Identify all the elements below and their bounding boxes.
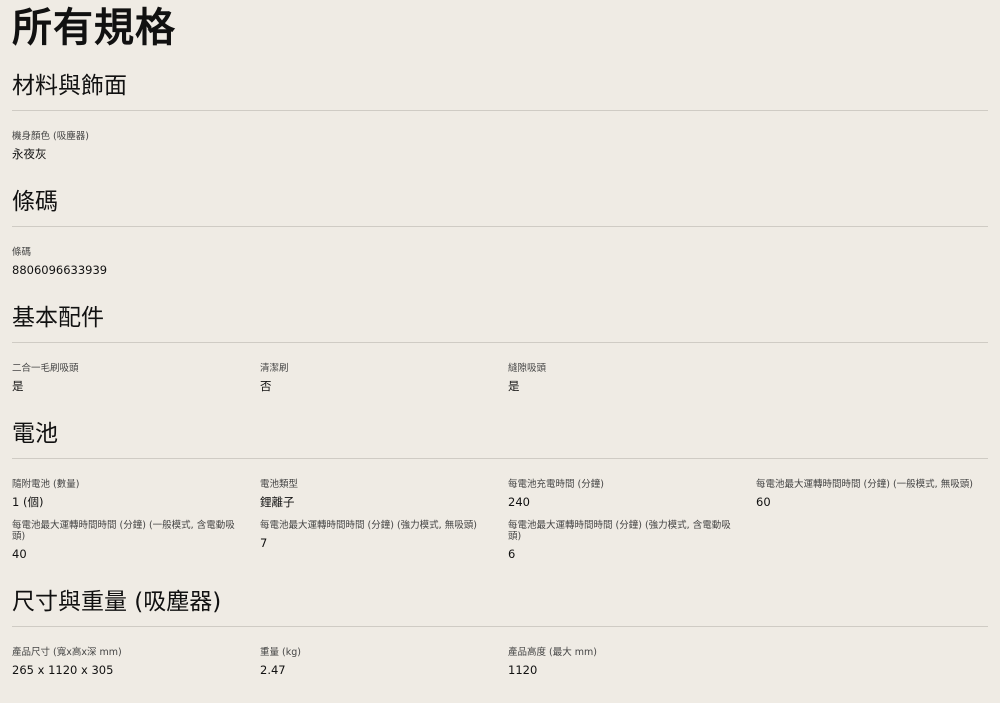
spec-item: 產品尺寸 (寬x高x深 mm) 265 x 1120 x 305 [12,647,260,678]
spec-label: 二合一毛刷吸頭 [12,363,79,374]
spec-label: 重量 (kg) [260,647,301,658]
section-heading: 電池 [12,418,988,459]
spec-grid: 二合一毛刷吸頭是清潔刷否縫隙吸頭是 [12,343,988,394]
spec-value: 40 [12,547,27,561]
spec-section-materials: 材料與飾面機身顏色 (吸塵器) 永夜灰 [12,70,988,162]
spec-value: 2.47 [260,663,286,677]
spec-item: 隨附電池 (數量) 1 (個) [12,479,260,510]
specs-page: 所有規格 材料與飾面 機身顏色 (吸塵器) 永夜灰 條碼 條碼 8806096633939… [0,0,1000,678]
spec-item: 清潔刷否 [260,363,508,394]
spec-item: 機身顏色 (吸塵器) 永夜灰 [12,131,260,162]
spec-grid: 隨附電池 (數量) 1 (個) 電池類型 鋰離子 每電池充電時間 (分鐘) 240 每電池最… [12,459,988,562]
spec-label: 縫隙吸頭 [508,363,547,374]
section-heading: 材料與飾面 [12,70,988,111]
spec-item: 產品高度 (最大 mm) 1120 [508,647,756,678]
section-heading: 基本配件 [12,302,988,343]
section-heading: 尺寸與重量 (吸塵器) [12,586,988,627]
spec-label: 條碼 [12,247,32,258]
spec-label: 每電池最大運轉時間時間 (分鐘) (強力模式, 含電動吸頭) [508,520,731,542]
spec-label: 每電池最大運轉時間時間 (分鐘) (強力模式, 無吸頭) [260,520,477,531]
spec-value: 否 [260,379,272,393]
spec-label: 每電池最大運轉時間時間 (分鐘) (一般模式, 無吸頭) [756,479,973,490]
spec-label: 機身顏色 (吸塵器) [12,131,89,142]
spec-label: 隨附電池 (數量) [12,479,80,490]
spec-label: 每電池充電時間 (分鐘) [508,479,604,490]
spec-section-battery: 電池 隨附電池 (數量) 1 (個) 電池類型 鋰離子 每電池充電時間 (分鐘) 240 每電… [12,418,988,562]
spec-value: 1120 [508,663,538,677]
spec-grid: 機身顏色 (吸塵器) 永夜灰 [12,111,988,162]
spec-value: 7 [260,536,268,550]
spec-section-accessories: 基本配件 二合一毛刷吸頭是清潔刷否縫隙吸頭是 [12,302,988,394]
spec-item: 電池類型 鋰離子 [260,479,508,510]
spec-item: 每電池充電時間 (分鐘) 240 [508,479,756,510]
page-title: 所有規格 [12,5,176,51]
spec-section-barcode: 條碼 條碼 8806096633939 [12,186,988,278]
spec-value: 240 [508,495,530,509]
spec-label: 每電池最大運轉時間時間 (分鐘) (一般模式, 含電動吸頭) [12,520,235,542]
spec-grid: 條碼 8806096633939 [12,227,988,278]
spec-value: 永夜灰 [12,147,47,161]
spec-label: 產品高度 (最大 mm) [508,647,597,658]
spec-item: 每電池最大運轉時間時間 (分鐘) (一般模式, 含電動吸頭) 40 [12,520,260,562]
spec-item: 條碼 8806096633939 [12,247,260,278]
spec-label: 清潔刷 [260,363,289,374]
spec-value: 60 [756,495,771,509]
spec-grid: 產品尺寸 (寬x高x深 mm) 265 x 1120 x 305 重量 (kg) 2.… [12,627,988,678]
section-heading: 條碼 [12,186,988,227]
spec-item: 每電池最大運轉時間時間 (分鐘) (強力模式, 含電動吸頭) 6 [508,520,756,562]
spec-value: 265 x 1120 x 305 [12,663,114,677]
spec-item: 二合一毛刷吸頭是 [12,363,260,394]
spec-value: 1 (個) [12,495,44,509]
spec-value: 是 [508,379,520,393]
spec-value: 鋰離子 [260,495,295,509]
spec-value: 8806096633939 [12,263,108,277]
spec-label: 產品尺寸 (寬x高x深 mm) [12,647,122,658]
spec-value: 6 [508,547,516,561]
spec-item: 縫隙吸頭是 [508,363,756,394]
spec-item: 每電池最大運轉時間時間 (分鐘) (強力模式, 無吸頭) 7 [260,520,508,562]
spec-label: 電池類型 [260,479,299,490]
spec-section-dimensions: 尺寸與重量 (吸塵器) 產品尺寸 (寬x高x深 mm) 265 x 1120 x 3… [12,586,988,678]
spec-item: 重量 (kg) 2.47 [260,647,508,678]
spec-item: 每電池最大運轉時間時間 (分鐘) (一般模式, 無吸頭) 60 [756,479,1000,510]
spec-value: 是 [12,379,24,393]
